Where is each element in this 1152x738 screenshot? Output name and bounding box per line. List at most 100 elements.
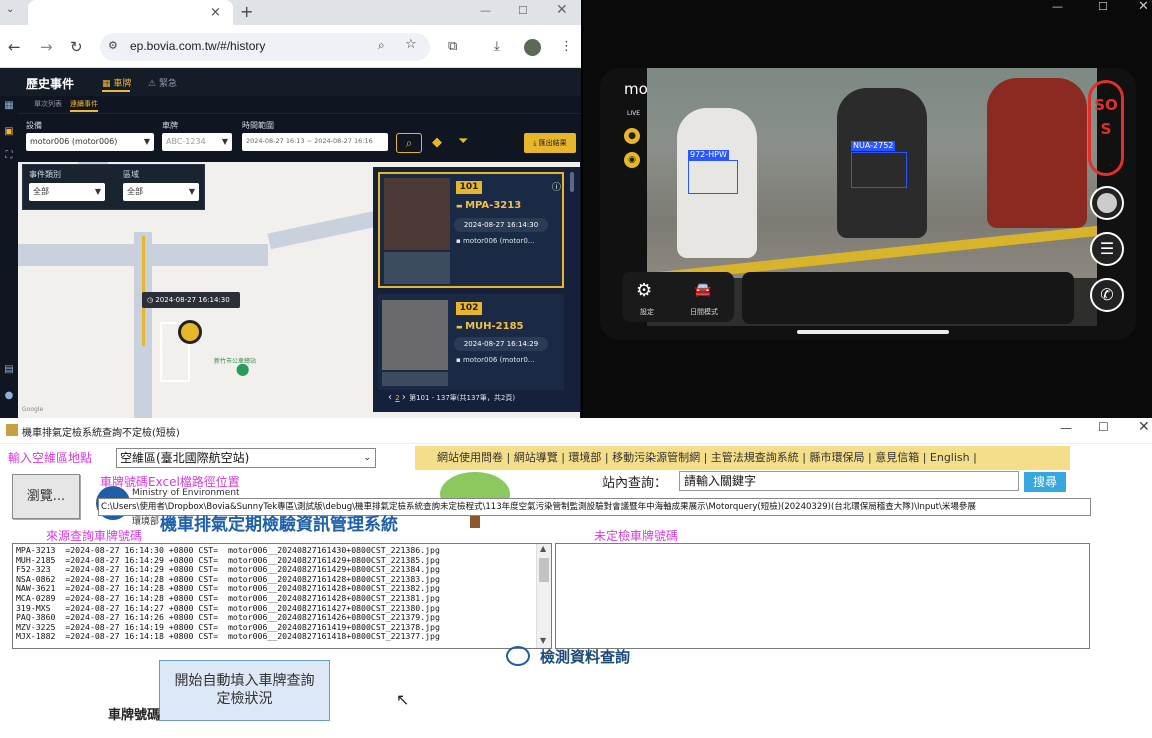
maximize-icon[interactable]: ☐ bbox=[1098, 420, 1109, 434]
address-bar[interactable]: ⚙ ep.bovia.com.tw/#/history ⌕ ☆ bbox=[100, 33, 430, 61]
capture-thumbnail[interactable] bbox=[382, 300, 448, 370]
night-label: 日間模式 bbox=[690, 308, 718, 316]
home-indicator[interactable] bbox=[797, 330, 949, 334]
close-icon[interactable]: ✕ bbox=[1138, 419, 1150, 435]
subtab-continuous[interactable]: 連續事件 bbox=[70, 99, 98, 109]
tab-plate[interactable]: ▦ 車牌 bbox=[102, 76, 131, 89]
reload-icon[interactable]: ↻ bbox=[70, 40, 83, 55]
browse-button[interactable]: 瀏覽... bbox=[12, 474, 80, 519]
sos-button[interactable]: SOS bbox=[1088, 80, 1124, 176]
scroll-thumb[interactable] bbox=[539, 558, 549, 582]
sub-tabs: 單次列表 連續事件 bbox=[18, 96, 581, 114]
next-page-icon[interactable]: › bbox=[402, 392, 409, 403]
download-icon[interactable]: ⤓ bbox=[494, 40, 500, 53]
result-card[interactable]: 102 ▬ MUH-2185 2024-08-27 16:14:29 ▪ mot… bbox=[378, 294, 564, 390]
car-icon[interactable]: 🚘 bbox=[694, 282, 711, 298]
search-icon[interactable]: ⌕ bbox=[396, 133, 422, 153]
card-plate: ▬ MPA-3213 bbox=[456, 200, 521, 211]
station-label: 站內查詢： bbox=[602, 476, 668, 491]
capture-thumbnail[interactable] bbox=[384, 252, 450, 284]
url-text[interactable]: ep.bovia.com.tw/#/history bbox=[130, 39, 265, 53]
new-tab-button[interactable]: + bbox=[240, 2, 253, 21]
info-icon[interactable]: ⓘ bbox=[552, 180, 561, 193]
unchecked-records[interactable] bbox=[555, 543, 1090, 649]
expand-icon[interactable]: ⛶ bbox=[2, 150, 16, 162]
capture-thumbnail[interactable] bbox=[384, 178, 450, 250]
time-range-input[interactable]: 2024-08-27 16:13 ~ 2024-08-27 16:16 bbox=[242, 133, 388, 151]
source-records[interactable]: MPA-3213 =2024-08-27 16:14:30 +0800 CST=… bbox=[12, 543, 552, 649]
record-icon bbox=[1097, 193, 1117, 213]
profile-avatar[interactable] bbox=[524, 39, 541, 56]
minimize-icon[interactable]: — bbox=[1060, 421, 1072, 435]
card-number: 101 bbox=[456, 181, 482, 194]
tab-close-icon[interactable]: × bbox=[210, 5, 221, 20]
cam-maximize-icon[interactable]: ☐ bbox=[1098, 0, 1108, 13]
cam-close-icon[interactable]: ✕ bbox=[1138, 0, 1149, 14]
window-close-icon[interactable]: ✕ bbox=[556, 2, 568, 18]
current-page[interactable]: 2 bbox=[395, 394, 399, 402]
bookmark-star-icon[interactable]: ☆ bbox=[405, 37, 417, 52]
card-number: 102 bbox=[456, 302, 482, 315]
document-icon[interactable]: ▤ bbox=[2, 364, 16, 376]
settings-icon[interactable]: ⚙ bbox=[636, 280, 652, 301]
city-select[interactable]: 空維區(臺北國際航空站) ⌄ bbox=[116, 448, 376, 468]
location-icon[interactable]: ● bbox=[624, 128, 640, 144]
tab-emergency[interactable]: ⚠ 緊急 bbox=[148, 76, 177, 89]
pagination: ‹ 2 › 第101 - 137筆(共137筆，共2頁) bbox=[388, 390, 576, 406]
export-button[interactable]: ⤓ 匯出結果 bbox=[524, 133, 576, 153]
city-label: 輸入空維區地點 bbox=[8, 451, 93, 465]
filter-icon[interactable]: ⏷ bbox=[458, 134, 468, 149]
start-query-button[interactable]: 開始自動填入車牌查詢定檢狀況 bbox=[159, 660, 330, 721]
event-type-select[interactable]: 全部 ▼ bbox=[29, 183, 105, 201]
history-icon[interactable]: ▣ bbox=[2, 126, 16, 138]
list-icon[interactable]: ☰ bbox=[1090, 232, 1124, 266]
nav-links[interactable]: 網站使用問卷 | 網站導覽 | 環境部 | 移動污染源管制網 | 主管法規查詢系… bbox=[415, 446, 1070, 470]
zoom-icon[interactable]: ⌕ bbox=[378, 38, 385, 53]
grid-icon[interactable]: ▦ bbox=[2, 100, 16, 112]
capture-thumbnail[interactable] bbox=[382, 372, 448, 386]
minimize-icon[interactable]: — bbox=[480, 4, 491, 17]
more-menu-icon[interactable]: ⋮ bbox=[560, 40, 573, 53]
record-button[interactable] bbox=[1090, 186, 1124, 220]
tab-list-icon[interactable]: ⌄ bbox=[6, 4, 22, 20]
active-tab[interactable] bbox=[28, 0, 233, 25]
chevron-down-icon: ▼ bbox=[221, 137, 228, 146]
subtab-single[interactable]: 單次列表 bbox=[34, 99, 62, 109]
device-select[interactable]: motor006 (motor006) ▼ bbox=[26, 133, 154, 151]
inspect-label: 檢測資料查詢 bbox=[540, 648, 631, 666]
search-button[interactable]: 搜尋 bbox=[1024, 472, 1066, 492]
result-card[interactable]: 101 ⓘ ▬ MPA-3213 2024-08-27 16:14:30 ▪ m… bbox=[378, 172, 564, 288]
scroll-up-icon[interactable]: ▲ bbox=[540, 544, 546, 553]
maximize-icon[interactable]: ☐ bbox=[518, 4, 528, 17]
map-watermark: Google bbox=[22, 406, 44, 413]
plate-placeholder: ABC-1234 bbox=[166, 137, 206, 146]
plate-select[interactable]: ABC-1234 ▼ bbox=[162, 133, 232, 151]
site-info-icon[interactable]: ⚙ bbox=[108, 39, 118, 52]
vehicle-icon[interactable]: ◉ bbox=[624, 152, 640, 168]
back-icon[interactable]: ← bbox=[8, 40, 21, 55]
detection-box bbox=[688, 160, 738, 194]
detection-box bbox=[851, 152, 907, 188]
site-search-input[interactable]: 請輸入關鍵字 bbox=[679, 471, 1019, 491]
card-device: ▪ motor006 (motor0... bbox=[456, 237, 535, 245]
scooter bbox=[987, 78, 1087, 228]
device-value: motor006 (motor006) bbox=[30, 137, 118, 146]
ministry-name-en: Ministry of Environment bbox=[132, 488, 240, 498]
user-icon[interactable]: ● bbox=[2, 390, 16, 402]
extensions-icon[interactable]: ⧉ bbox=[448, 40, 457, 53]
phone-icon[interactable]: ✆ bbox=[1090, 278, 1124, 312]
scroll-down-icon[interactable]: ▼ bbox=[540, 636, 546, 645]
city-value: 空維區(臺北國際航空站) bbox=[120, 451, 250, 465]
vehicle-marker[interactable] bbox=[178, 320, 202, 344]
list-scrollbar[interactable] bbox=[570, 172, 574, 192]
forward-icon[interactable]: → bbox=[40, 40, 53, 55]
records-scrollbar[interactable]: ▲ ▼ bbox=[536, 544, 551, 648]
source-label: 來源查詢車牌號碼 bbox=[46, 529, 143, 543]
tab-strip: ⌄ × + — ☐ ✕ bbox=[0, 0, 581, 25]
site-title: 機車排氣定期檢驗資訊管理系統 bbox=[160, 515, 398, 535]
plate-icon: ▬ bbox=[456, 323, 466, 331]
cam-minimize-icon[interactable]: — bbox=[1052, 0, 1063, 13]
region-select[interactable]: 全部 ▼ bbox=[123, 183, 199, 201]
eraser-icon[interactable]: ◆ bbox=[432, 135, 442, 150]
card-plate: ▬ MUH-2185 bbox=[456, 321, 524, 332]
